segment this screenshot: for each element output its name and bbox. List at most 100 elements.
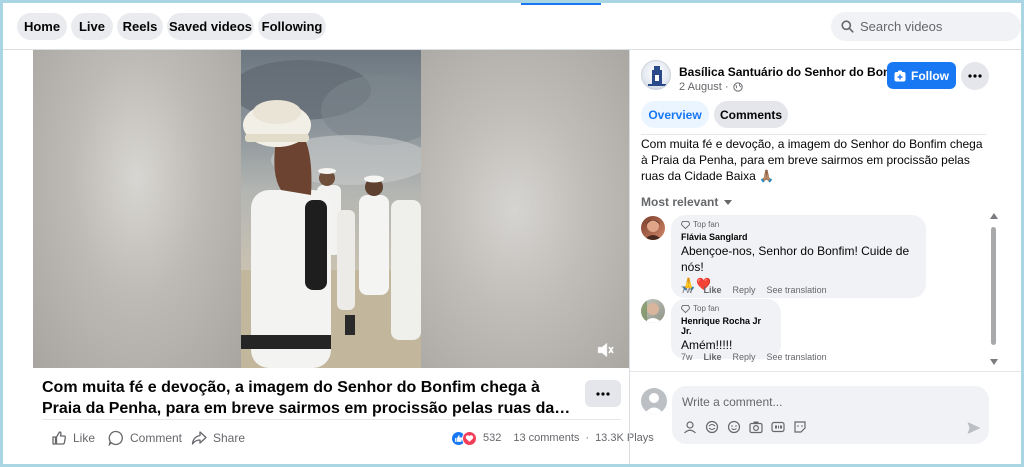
comment-reply-button[interactable]: Reply <box>733 352 756 362</box>
nav-tab-live[interactable]: Live <box>71 13 113 40</box>
post-title: Com muita fé e devoção, a imagem do Senh… <box>42 379 555 417</box>
nav-tab-saved-videos[interactable]: Saved videos <box>167 13 254 40</box>
more-horizontal-icon <box>968 74 982 78</box>
comment-button[interactable]: Comment <box>108 428 182 448</box>
scrollbar-thumb[interactable] <box>991 227 996 345</box>
comment-time[interactable]: 7w <box>681 285 693 295</box>
search-icon <box>841 20 854 33</box>
see-translation-link[interactable]: See translation <box>767 285 827 295</box>
church-logo-icon <box>648 66 666 86</box>
video-player[interactable] <box>33 50 629 368</box>
search-box[interactable] <box>831 12 1021 41</box>
sparkle-icon <box>705 420 719 434</box>
top-accent-line <box>521 3 601 5</box>
thumbs-up-icon <box>52 431 66 445</box>
video-frame <box>241 50 421 368</box>
video-blurred-backdrop-right <box>421 50 629 368</box>
avatar-sticker-icon <box>684 421 696 434</box>
camera-icon <box>749 421 763 434</box>
scroll-down-arrow[interactable] <box>990 359 998 365</box>
my-avatar[interactable] <box>641 388 667 414</box>
commenter-avatar[interactable] <box>641 299 665 323</box>
description-divider <box>641 134 986 135</box>
top-fan-badge: Top fan <box>681 220 916 229</box>
scroll-up-arrow[interactable] <box>990 213 998 219</box>
comment-actions: 7w Like Reply See translation <box>681 352 827 362</box>
share-button[interactable]: Share <box>191 428 245 448</box>
like-button[interactable]: Like <box>51 428 95 448</box>
commenter-avatar[interactable] <box>641 216 665 240</box>
comment-bubble-icon <box>108 430 123 446</box>
speaker-muted-icon[interactable] <box>595 340 615 360</box>
sticker-button[interactable] <box>792 419 808 435</box>
comment-like-button[interactable]: Like <box>704 285 722 295</box>
stats-separator: · <box>585 432 590 444</box>
comment-composer[interactable] <box>672 386 989 444</box>
comment-text: Amém!!!!! <box>681 338 733 352</box>
share-button-label: Share <box>213 431 246 445</box>
top-fan-label: Top fan <box>693 220 720 229</box>
like-button-label: Like <box>73 431 96 445</box>
love-reaction-icon <box>462 430 477 446</box>
post-date: 2 August · <box>679 81 743 93</box>
comment-sort-label: Most relevant <box>641 195 719 209</box>
chevron-down-icon <box>724 199 733 205</box>
follow-plus-icon <box>894 70 906 81</box>
post-stats: 532 13 comments · 13.3K Plays <box>451 429 654 447</box>
play-count: 13.3K Plays <box>595 432 654 444</box>
comment-text: Abençoe-nos, Senhor do Bonfim! Cuide de … <box>681 244 910 274</box>
comment-reply-button[interactable]: Reply <box>733 285 756 295</box>
top-fan-label: Top fan <box>693 304 720 313</box>
emoji-button[interactable] <box>726 419 742 435</box>
comment-time[interactable]: 7w <box>681 352 693 362</box>
comment-author[interactable]: Henrique Rocha Jr Jr. <box>681 316 771 336</box>
globe-icon <box>732 82 743 92</box>
page-avatar[interactable] <box>641 60 671 90</box>
comment-bubble: Top fan Henrique Rocha Jr Jr. Amém!!!!! <box>671 299 781 359</box>
diamond-icon <box>681 304 690 313</box>
app-window: Home Live Reels Saved videos Following S… <box>3 3 1021 464</box>
smiley-icon <box>727 420 741 434</box>
video-blurred-backdrop-left <box>33 50 241 368</box>
search-input[interactable] <box>860 19 1010 34</box>
more-horizontal-icon <box>596 391 610 396</box>
comment-sort-dropdown[interactable]: Most relevant <box>641 195 733 209</box>
default-user-icon <box>644 393 664 414</box>
diamond-icon <box>681 220 690 229</box>
reaction-icons[interactable] <box>451 430 477 446</box>
share-arrow-icon <box>191 431 207 445</box>
send-icon[interactable] <box>966 420 982 436</box>
reaction-count[interactable]: 532 <box>483 432 501 444</box>
tab-overview[interactable]: Overview <box>641 101 709 128</box>
nav-tab-home[interactable]: Home <box>17 13 67 40</box>
comment-count[interactable]: 13 comments <box>513 432 579 444</box>
composer-divider <box>630 371 1021 372</box>
effects-button[interactable] <box>704 419 720 435</box>
post-more-button[interactable] <box>585 380 621 407</box>
page-options-button[interactable] <box>961 62 989 90</box>
panel-divider <box>629 50 630 464</box>
comment-button-label: Comment <box>130 431 183 445</box>
comment-input[interactable] <box>682 393 972 411</box>
page-name[interactable]: Basílica Santuário do Senhor do Bonfim <box>679 65 908 79</box>
video-frame-scene <box>241 60 421 368</box>
see-translation-link[interactable]: See translation <box>767 352 827 362</box>
comment-actions: 7w Like Reply See translation <box>681 285 827 295</box>
tab-comments[interactable]: Comments <box>714 101 788 128</box>
post-divider <box>42 419 621 420</box>
post-date-text[interactable]: 2 August · <box>679 81 729 93</box>
gif-icon <box>771 421 785 433</box>
comment-author[interactable]: Flávia Sanglard <box>681 232 916 242</box>
nav-tab-reels[interactable]: Reels <box>117 13 163 40</box>
top-nav-bar: Home Live Reels Saved videos Following <box>3 3 1021 49</box>
comment-like-button[interactable]: Like <box>704 352 722 362</box>
nav-tab-following[interactable]: Following <box>258 13 326 40</box>
gif-button[interactable] <box>770 419 786 435</box>
follow-button-label: Follow <box>911 68 949 83</box>
sticker-icon <box>794 421 806 433</box>
post-description: Com muita fé e devoção, a imagem do Senh… <box>641 137 983 183</box>
camera-button[interactable] <box>748 419 764 435</box>
top-fan-badge: Top fan <box>681 304 771 313</box>
avatar-sticker-button[interactable] <box>682 419 698 435</box>
follow-button[interactable]: Follow <box>887 62 956 89</box>
